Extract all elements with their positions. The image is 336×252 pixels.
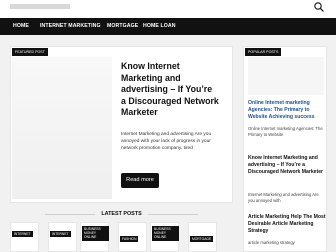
nav-item-home[interactable]: HOME [13,18,29,35]
popular-post-excerpt-1: Online Internet marketing Agencies: The … [248,126,323,137]
popular-posts-label: POPULAR POSTS [245,48,282,56]
latest-post-tag-1[interactable]: INTERNET [12,231,33,238]
latest-post-tag-4[interactable]: FASHION [120,236,139,243]
popular-post-excerpt-2: Internet Marketing and advertising Are y… [248,192,319,203]
nav-item-mortgage[interactable]: MORTGAGE [107,18,138,35]
popular-post-image[interactable] [248,57,324,95]
main-nav: HOME INTERNET MARKETING MORTGAGE HOME LO… [0,18,336,35]
top-bar [0,0,336,18]
featured-post-excerpt: Internet Marketing and advertising Are y… [121,132,212,152]
read-more-button[interactable]: Read more [121,173,159,188]
featured-post-label: FEATURED POST [12,48,48,56]
site-logo[interactable] [10,4,70,9]
latest-post-tag-3[interactable]: BUSINESS MONEY ONLINE [82,226,109,241]
popular-post-title-3[interactable]: Article Marketing Help The Most Desirabl… [248,214,326,235]
featured-post-title[interactable]: Know Internet Marketing and advertising … [121,61,219,119]
latest-posts-heading: LATEST POSTS [101,211,142,217]
popular-post-title-2[interactable]: Know Internet Marketing and advertising … [248,155,326,176]
popular-post-title-1[interactable]: Online Internet marketing Agencies: The … [248,100,326,121]
search-icon[interactable] [313,1,325,13]
latest-post-tag-5[interactable]: BUSINESS MONEY ONLINE [152,226,179,241]
latest-post-tag-2[interactable]: INTERNET [50,231,71,238]
nav-item-home-loan[interactable]: HOME LOAN [143,18,176,35]
latest-divider-right [148,214,198,215]
latest-post-tag-6[interactable]: MORTGAGE [190,236,214,243]
featured-image[interactable] [12,57,112,199]
popular-post-excerpt-3: article marketing strategy [248,240,295,245]
nav-item-internet-marketing[interactable]: INTERNET MARKETING [40,18,101,35]
